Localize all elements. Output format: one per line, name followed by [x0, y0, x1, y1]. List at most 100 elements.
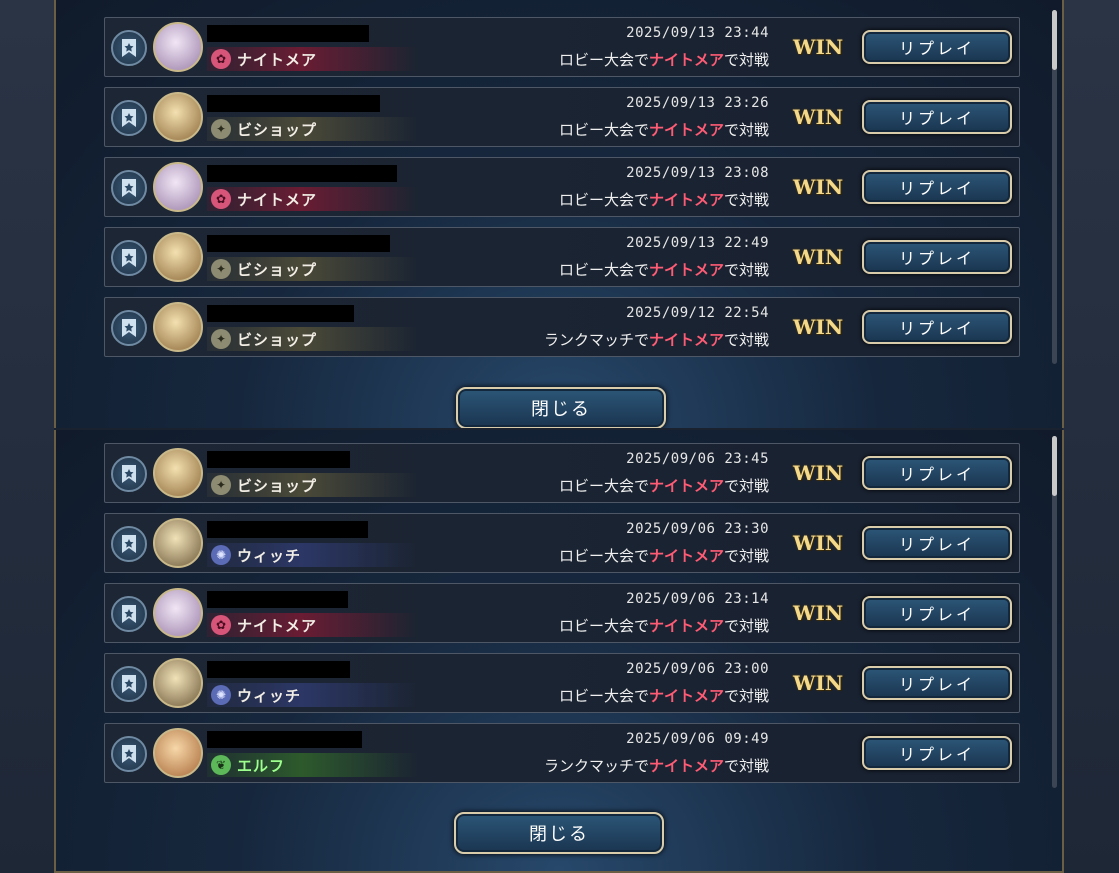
favorite-bookmark-icon[interactable] [111, 456, 147, 492]
redacted-player-name [207, 235, 390, 252]
match-suffix: で対戦 [723, 51, 769, 69]
opponent-avatar [153, 232, 203, 282]
favorite-bookmark-icon[interactable] [111, 736, 147, 772]
match-history-panel: ✿ ナイトメア 2025/09/13 23:44 ロビー大会でナイトメアで対戦 … [54, 0, 1064, 428]
close-button[interactable]: 閉じる [454, 812, 664, 854]
match-datetime: 2025/09/13 23:44 [626, 25, 769, 41]
opponent-avatar [153, 518, 203, 568]
match-datetime: 2025/09/12 22:54 [626, 305, 769, 321]
class-name: ナイトメア [237, 190, 318, 209]
match-description: ロビー大会でナイトメアで対戦 [559, 189, 769, 210]
match-mode: ロビー大会 [558, 477, 634, 495]
close-button[interactable]: 閉じる [456, 387, 666, 428]
mode-particle: で [633, 121, 649, 139]
match-datetime: 2025/09/06 23:30 [626, 521, 769, 537]
scroll-thumb[interactable] [1052, 10, 1057, 70]
match-datetime: 2025/09/06 23:14 [626, 591, 769, 607]
match-row: ✦ ビショップ 2025/09/12 22:54 ランクマッチでナイトメアで対戦… [104, 297, 1020, 357]
match-suffix: で対戦 [723, 687, 769, 705]
favorite-bookmark-icon[interactable] [111, 240, 147, 276]
favorite-bookmark-icon[interactable] [111, 310, 147, 346]
deck-class: ナイトメア [648, 687, 724, 705]
replay-button[interactable]: リプレイ [862, 240, 1012, 274]
opponent-class: ✺ ウィッチ [207, 543, 417, 567]
favorite-bookmark-icon[interactable] [111, 170, 147, 206]
opponent-class: ✦ ビショップ [207, 117, 417, 141]
replay-button[interactable]: リプレイ [862, 310, 1012, 344]
replay-button[interactable]: リプレイ [862, 170, 1012, 204]
redacted-player-name [207, 661, 350, 678]
match-mode: ロビー大会 [558, 121, 634, 139]
win-badge: WIN [793, 105, 844, 129]
match-description: ロビー大会でナイトメアで対戦 [559, 475, 769, 496]
replay-button[interactable]: リプレイ [862, 30, 1012, 64]
win-badge: WIN [793, 601, 844, 625]
mode-particle: で [633, 547, 649, 565]
replay-button[interactable]: リプレイ [862, 596, 1012, 630]
class-icon: ✦ [211, 475, 231, 495]
opponent-class: ✿ ナイトメア [207, 613, 417, 637]
favorite-bookmark-icon[interactable] [111, 526, 147, 562]
match-datetime: 2025/09/13 23:08 [626, 165, 769, 181]
scrollbar[interactable] [1052, 436, 1057, 788]
scroll-thumb[interactable] [1052, 436, 1057, 496]
opponent-class: ✿ ナイトメア [207, 187, 417, 211]
match-suffix: で対戦 [723, 121, 769, 139]
match-row: ✦ ビショップ 2025/09/13 22:49 ロビー大会でナイトメアで対戦 … [104, 227, 1020, 287]
background-right [1063, 0, 1119, 873]
class-icon: ✿ [211, 49, 231, 69]
favorite-bookmark-icon[interactable] [111, 30, 147, 66]
replay-button[interactable]: リプレイ [862, 736, 1012, 770]
opponent-avatar [153, 162, 203, 212]
favorite-bookmark-icon[interactable] [111, 596, 147, 632]
favorite-bookmark-icon[interactable] [111, 100, 147, 136]
mode-particle: で [633, 331, 649, 349]
class-icon: ❦ [211, 755, 231, 775]
redacted-player-name [207, 521, 368, 538]
replay-button[interactable]: リプレイ [862, 456, 1012, 490]
class-icon: ✦ [211, 329, 231, 349]
opponent-class: ❦ エルフ [207, 753, 417, 777]
opponent-avatar [153, 92, 203, 142]
favorite-bookmark-icon[interactable] [111, 666, 147, 702]
class-icon: ✺ [211, 545, 231, 565]
mode-particle: で [633, 617, 649, 635]
class-name: ビショップ [237, 476, 318, 495]
match-suffix: で対戦 [723, 477, 769, 495]
win-badge: WIN [793, 245, 844, 269]
redacted-player-name [207, 451, 350, 468]
mode-particle: で [633, 261, 649, 279]
win-badge: WIN [793, 671, 844, 695]
opponent-avatar [153, 728, 203, 778]
opponent-avatar [153, 448, 203, 498]
opponent-class: ✦ ビショップ [207, 327, 417, 351]
opponent-avatar [153, 588, 203, 638]
match-row: ✦ ビショップ 2025/09/13 23:26 ロビー大会でナイトメアで対戦 … [104, 87, 1020, 147]
scrollbar[interactable] [1052, 10, 1057, 364]
replay-button[interactable]: リプレイ [862, 100, 1012, 134]
match-mode: ランクマッチ [543, 331, 634, 349]
match-suffix: で対戦 [723, 617, 769, 635]
match-datetime: 2025/09/06 09:49 [626, 731, 769, 747]
match-suffix: で対戦 [723, 757, 769, 775]
background-left [0, 0, 54, 873]
match-datetime: 2025/09/06 23:00 [626, 661, 769, 677]
class-icon: ✿ [211, 615, 231, 635]
match-datetime: 2025/09/13 22:49 [626, 235, 769, 251]
deck-class: ナイトメア [648, 477, 724, 495]
deck-class: ナイトメア [648, 757, 724, 775]
replay-button[interactable]: リプレイ [862, 526, 1012, 560]
match-mode: ロビー大会 [558, 261, 634, 279]
replay-button[interactable]: リプレイ [862, 666, 1012, 700]
match-datetime: 2025/09/13 23:26 [626, 95, 769, 111]
opponent-class: ✺ ウィッチ [207, 683, 417, 707]
redacted-player-name [207, 25, 369, 42]
opponent-avatar [153, 22, 203, 72]
mode-particle: で [633, 477, 649, 495]
match-mode: ロビー大会 [558, 51, 634, 69]
match-description: ロビー大会でナイトメアで対戦 [559, 615, 769, 636]
mode-particle: で [633, 687, 649, 705]
class-name: ビショップ [237, 260, 318, 279]
match-row: ✺ ウィッチ 2025/09/06 23:00 ロビー大会でナイトメアで対戦 W… [104, 653, 1020, 713]
match-description: ロビー大会でナイトメアで対戦 [559, 259, 769, 280]
